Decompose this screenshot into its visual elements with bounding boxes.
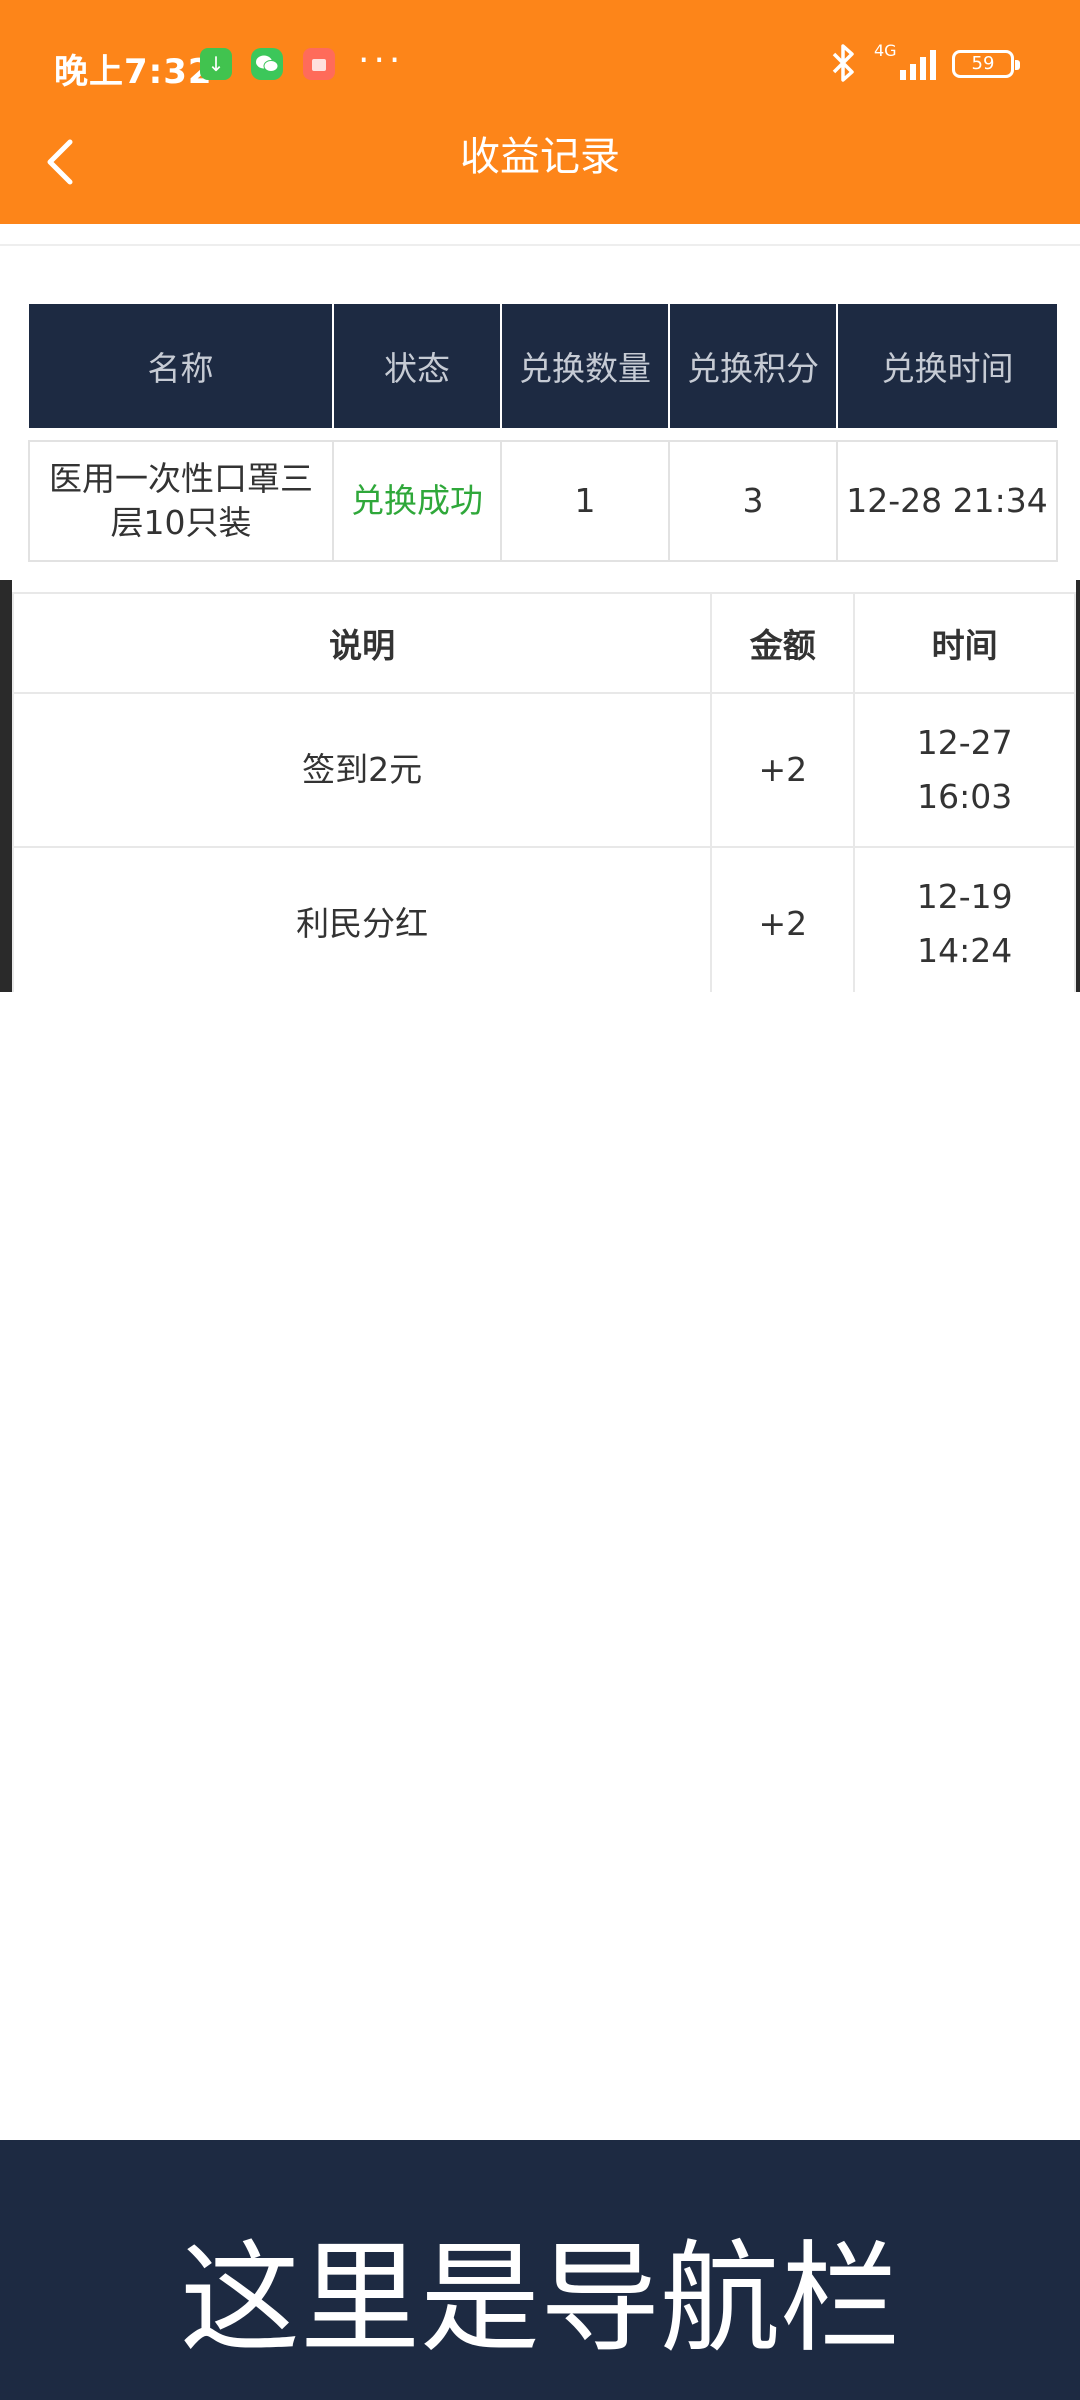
- column-header-description: 说明: [12, 592, 713, 694]
- app-header: 晚上7:32 ↓ ··· 4G 59 收益记录: [0, 0, 1080, 224]
- earning-amount: +2: [710, 692, 856, 848]
- item-time: 12-28 21:34: [836, 440, 1058, 562]
- battery-icon: 59: [952, 50, 1020, 78]
- more-notifications-icon: ···: [358, 40, 405, 81]
- column-header-name: 名称: [29, 304, 334, 428]
- status-time: 晚上7:32: [54, 52, 213, 92]
- item-quantity: 1: [500, 440, 670, 562]
- signal-icon: [900, 50, 936, 80]
- column-header-status: 状态: [333, 304, 502, 428]
- table-row: 签到2元 +2 12-27 16:03: [12, 692, 1076, 848]
- network-type-label: 4G: [874, 41, 897, 60]
- item-name: 医用一次性口罩三层10只装: [28, 440, 334, 562]
- app-notification-icon: [303, 48, 335, 80]
- wechat-notification-icon: [251, 48, 283, 80]
- download-notification-icon: ↓: [200, 48, 232, 80]
- divider: [0, 244, 1080, 246]
- page: 晚上7:32 ↓ ··· 4G 59 收益记录 名称 状态 兑换数量 兑换积分 …: [0, 0, 1080, 2400]
- column-header-time: 兑换时间: [837, 304, 1057, 428]
- exchange-table: 名称 状态 兑换数量 兑换积分 兑换时间 医用一次性口罩三层10只装 兑换成功 …: [28, 304, 1058, 562]
- earning-description: 利民分红: [12, 846, 713, 992]
- column-header-points: 兑换积分: [669, 304, 838, 428]
- page-title: 收益记录: [460, 134, 620, 180]
- table-row: 利民分红 +2 12-19 14:24: [12, 846, 1076, 992]
- column-header-amount: 金额: [710, 592, 856, 694]
- bluetooth-icon: [832, 44, 854, 82]
- title-bar: 收益记录: [0, 132, 1080, 224]
- earning-amount: +2: [710, 846, 856, 992]
- column-header-earn-time: 时间: [853, 592, 1076, 694]
- bottom-nav-label: 这里是导航栏: [180, 2230, 900, 2369]
- status-bar: 晚上7:32 ↓ ··· 4G 59: [0, 0, 1080, 132]
- earning-time: 12-27 16:03: [853, 692, 1076, 848]
- item-points: 3: [668, 440, 838, 562]
- column-header-quantity: 兑换数量: [501, 304, 670, 428]
- table-spacer: [29, 428, 1057, 441]
- bottom-navigation-bar[interactable]: 这里是导航栏: [0, 2140, 1080, 2400]
- earnings-panel: 说明 金额 时间 签到2元 +2 12-27 16:03 利民分红 +2 12-…: [0, 580, 1080, 992]
- exchange-table-header: 名称 状态 兑换数量 兑换积分 兑换时间: [29, 304, 1057, 428]
- earning-time: 12-19 14:24: [853, 846, 1076, 992]
- item-status: 兑换成功: [332, 440, 502, 562]
- earnings-table: 说明 金额 时间 签到2元 +2 12-27 16:03 利民分红 +2 12-…: [12, 592, 1076, 992]
- earnings-table-header: 说明 金额 时间: [12, 592, 1076, 694]
- earning-description: 签到2元: [12, 692, 713, 848]
- table-row: 医用一次性口罩三层10只装 兑换成功 1 3 12-28 21:34: [28, 440, 1058, 562]
